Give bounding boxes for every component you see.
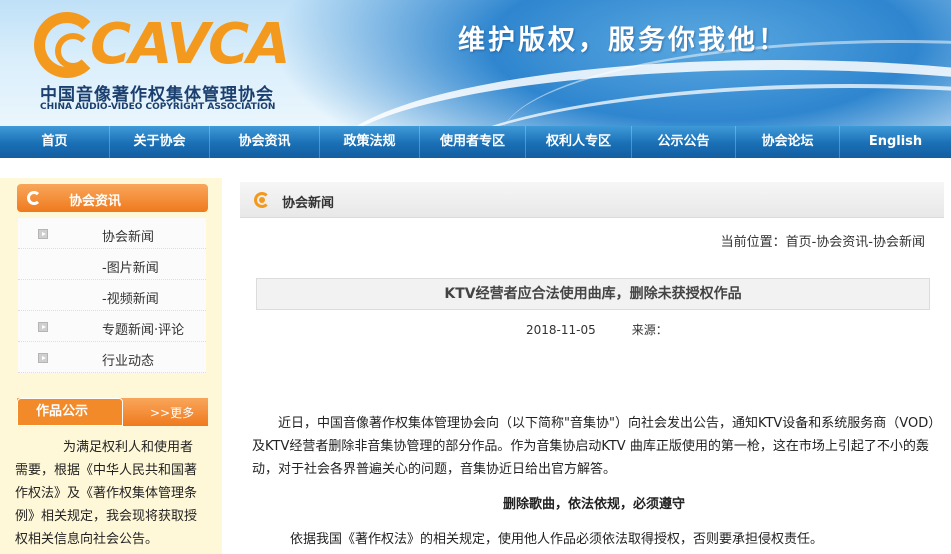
sidebar-item-association-news[interactable]: 协会新闻 — [18, 218, 206, 249]
sidebar-item-video-news[interactable]: -视频新闻 — [18, 280, 206, 311]
sidebar-item-label: -视频新闻 — [102, 292, 159, 307]
sidebar-header: 协会资讯 — [17, 184, 208, 212]
article-paragraph: 近日，中国音像著作权集体管理协会向（以下简称"音集协"）向社会发出公告，通知KT… — [252, 416, 935, 477]
sidebar-item-photo-news[interactable]: -图片新闻 — [18, 249, 206, 280]
nav-item-announcements[interactable]: 公示公告 — [632, 126, 736, 158]
section-header-icon — [254, 192, 270, 208]
arrow-bullet-icon — [38, 322, 48, 332]
article-meta: 2018-11-05 来源： — [526, 321, 668, 338]
breadcrumb-prefix: 当前位置： — [720, 235, 786, 250]
sidebar-title: 协会资讯 — [69, 194, 122, 209]
section-title: 协会新闻 — [282, 196, 335, 211]
nav-item-english[interactable]: English — [840, 126, 951, 158]
sidebar-item-label: 行业动态 — [102, 354, 155, 369]
notice-tab[interactable]: 作品公示 — [17, 398, 123, 426]
site-logo[interactable]: CAVCA 中国音像著作权集体管理协会 CHINA AUDIO-VIDEO CO… — [34, 12, 290, 112]
notice-text: 为满足权利人和使用者需要，根据《中华人民共和国著作权法》及《著作权集体管理条例》… — [15, 440, 198, 547]
logo-wordmark: CAVCA — [90, 12, 290, 77]
sidebar-item-special-news[interactable]: 专题新闻·评论 — [18, 311, 206, 342]
article-source-label: 来源： — [631, 323, 668, 337]
nav-item-rightsholders[interactable]: 权利人专区 — [526, 126, 632, 158]
nav-item-home[interactable]: 首页 — [0, 126, 110, 158]
article-title: KTV经营者应合法使用曲库，删除未获授权作品 — [256, 278, 930, 310]
breadcrumb: 当前位置：首页-协会资讯-协会新闻 — [721, 231, 925, 250]
article-body: 近日，中国音像著作权集体管理协会向（以下简称"音集协"）向社会发出公告，通知KT… — [252, 412, 936, 551]
sidebar-item-label: 专题新闻·评论 — [102, 323, 185, 338]
notice-more-link[interactable]: >>更多 — [150, 404, 194, 421]
nav-item-users[interactable]: 使用者专区 — [420, 126, 526, 158]
main-nav: 首页 关于协会 协会资讯 政策法规 使用者专区 权利人专区 公示公告 协会论坛 … — [0, 126, 951, 158]
arrow-bullet-icon — [38, 353, 48, 363]
sidebar-header-icon — [27, 191, 41, 205]
nav-item-forum[interactable]: 协会论坛 — [736, 126, 840, 158]
sidebar-item-industry-news[interactable]: 行业动态 — [18, 342, 206, 373]
notice-body: 为满足权利人和使用者需要，根据《中华人民共和国著作权法》及《著作权集体管理条例》… — [15, 436, 205, 551]
sidebar-item-label: -图片新闻 — [102, 261, 159, 276]
article-subtitle: 删除歌曲，依法依规，必须遵守 — [502, 497, 685, 512]
article-paragraph: 依据我国《著作权法》的相关规定，使用他人作品必须依法取得授权，否则要承担侵权责任… — [290, 532, 824, 547]
sidebar-item-label: 协会新闻 — [102, 230, 155, 245]
arrow-bullet-icon — [38, 229, 48, 239]
sidebar-menu: 协会新闻 -图片新闻 -视频新闻 专题新闻·评论 行业动态 — [18, 218, 206, 373]
banner-slogan: 维护版权，服务你我他！ — [458, 25, 788, 56]
nav-item-about[interactable]: 关于协会 — [110, 126, 210, 158]
logo-english-name: CHINA AUDIO-VIDEO COPYRIGHT ASSOCIATION — [40, 102, 276, 112]
nav-item-policy[interactable]: 政策法规 — [320, 126, 420, 158]
nav-item-news[interactable]: 协会资讯 — [210, 126, 320, 158]
breadcrumb-path[interactable]: 首页-协会资讯-协会新闻 — [786, 235, 925, 250]
article-date: 2018-11-05 — [526, 323, 596, 337]
header-banner: CAVCA 中国音像著作权集体管理协会 CHINA AUDIO-VIDEO CO… — [0, 0, 951, 126]
section-header: 协会新闻 — [240, 182, 944, 218]
